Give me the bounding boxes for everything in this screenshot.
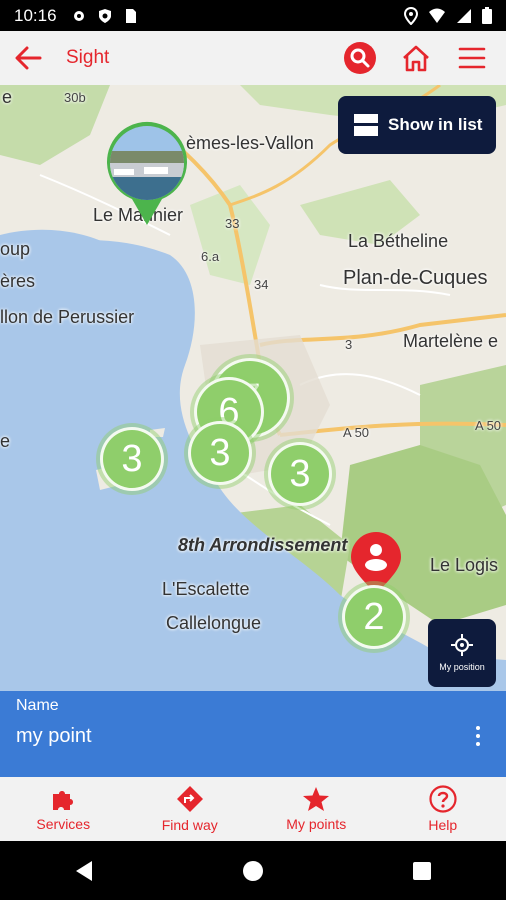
home-button[interactable]: [394, 36, 438, 80]
nav-recents-button[interactable]: [392, 846, 452, 896]
sight-photo-marker[interactable]: [104, 121, 190, 227]
my-position-label: My position: [439, 662, 485, 672]
map-road-label: 30b: [64, 90, 86, 105]
name-value: my point: [16, 725, 92, 747]
square-recents-icon: [412, 861, 431, 880]
hamburger-menu-icon: [458, 47, 486, 69]
map-label: Callelongue: [166, 613, 262, 633]
more-vert-icon: [476, 726, 480, 730]
photo-marker-pin: [107, 121, 187, 225]
map-road-label: 34: [254, 277, 269, 292]
map-road-label: 3: [345, 337, 353, 352]
show-in-list-label: Show in list: [388, 115, 483, 134]
triangle-back-icon: [76, 860, 93, 881]
battery-icon: [482, 7, 492, 24]
back-button[interactable]: [0, 31, 56, 85]
circle-home-icon: [242, 860, 263, 881]
search-icon: [344, 42, 376, 74]
map-label: Plan-de-Cuques: [343, 267, 488, 289]
status-left-icons: [71, 8, 137, 24]
signal-icon: [457, 8, 471, 23]
search-button[interactable]: [338, 36, 382, 80]
point-info-panel[interactable]: Name my point: [0, 691, 506, 777]
map-label: oup: [0, 239, 31, 259]
map-road-label: A 50: [475, 418, 502, 433]
tab-services-label: Services: [36, 816, 91, 832]
map-label: èmes-les-Vallon: [186, 133, 314, 153]
name-label: Name: [16, 697, 59, 714]
arrow-left-icon: [15, 46, 42, 70]
tab-my-points-label: My points: [286, 816, 347, 832]
map-label: La Bétheline: [348, 231, 449, 251]
app-bar: Sight: [0, 31, 506, 85]
app-bar-actions: [338, 36, 506, 80]
my-position-button[interactable]: My position: [428, 619, 496, 687]
crosshair-icon: [451, 634, 473, 656]
help-icon: [429, 785, 457, 813]
map-view[interactable]: e 30b èmes-les-Vallon Le Mannier 33 6.a …: [0, 85, 506, 691]
map-label: Le Logis: [430, 555, 499, 575]
cluster-marker[interactable]: 2: [342, 585, 406, 649]
more-vert-dot: [476, 742, 480, 746]
list-icon: [354, 114, 378, 136]
star-icon: [303, 787, 330, 811]
wifi-icon: [429, 8, 445, 23]
location-icon: [404, 6, 418, 25]
nav-back-button[interactable]: [54, 846, 114, 896]
shield-icon: [98, 8, 111, 23]
status-right-icons: [404, 6, 492, 25]
page-title: Sight: [66, 47, 110, 68]
settings-icon: [73, 10, 84, 21]
cluster-marker[interactable]: 3: [100, 427, 164, 491]
map-label: llon de Perussier: [0, 307, 135, 327]
tab-help-label: Help: [428, 817, 458, 833]
map-road-label: A 50: [343, 425, 370, 440]
system-nav-bar: [0, 841, 506, 900]
map-label: L'Escalette: [162, 579, 250, 599]
map-label: e: [0, 431, 11, 451]
map-road-label: 33: [225, 216, 240, 231]
tab-my-points[interactable]: My points: [253, 777, 380, 841]
screen: 10:16 Sight e 30b èmes-les-Vallon Le Man…: [0, 0, 506, 900]
more-options-button[interactable]: [468, 721, 488, 751]
tab-help[interactable]: Help: [380, 777, 506, 841]
status-time: 10:16: [14, 5, 57, 25]
tab-find-way-label: Find way: [161, 817, 218, 833]
status-bar: 10:16: [0, 0, 506, 31]
puzzle-icon: [53, 791, 74, 810]
bottom-tab-bar: Services Find way My points Help: [0, 777, 506, 841]
cluster-marker[interactable]: 3: [188, 421, 252, 485]
map-label: ères: [0, 271, 36, 291]
tab-find-way[interactable]: Find way: [127, 777, 254, 841]
home-icon: [403, 45, 429, 72]
tab-services[interactable]: Services: [0, 777, 127, 841]
sim-icon: [125, 8, 136, 23]
map-label: 8th Arrondissement: [178, 535, 348, 555]
menu-button[interactable]: [450, 36, 494, 80]
nav-home-button[interactable]: [223, 846, 283, 896]
map-road-label: 6.a: [201, 249, 220, 264]
show-in-list-button[interactable]: Show in list: [338, 96, 496, 154]
cluster-marker[interactable]: 3: [268, 442, 332, 506]
more-vert-dot: [476, 734, 480, 738]
directions-icon: [176, 786, 203, 812]
map-label: e: [2, 87, 13, 107]
map-label: Martelène e: [403, 331, 499, 351]
